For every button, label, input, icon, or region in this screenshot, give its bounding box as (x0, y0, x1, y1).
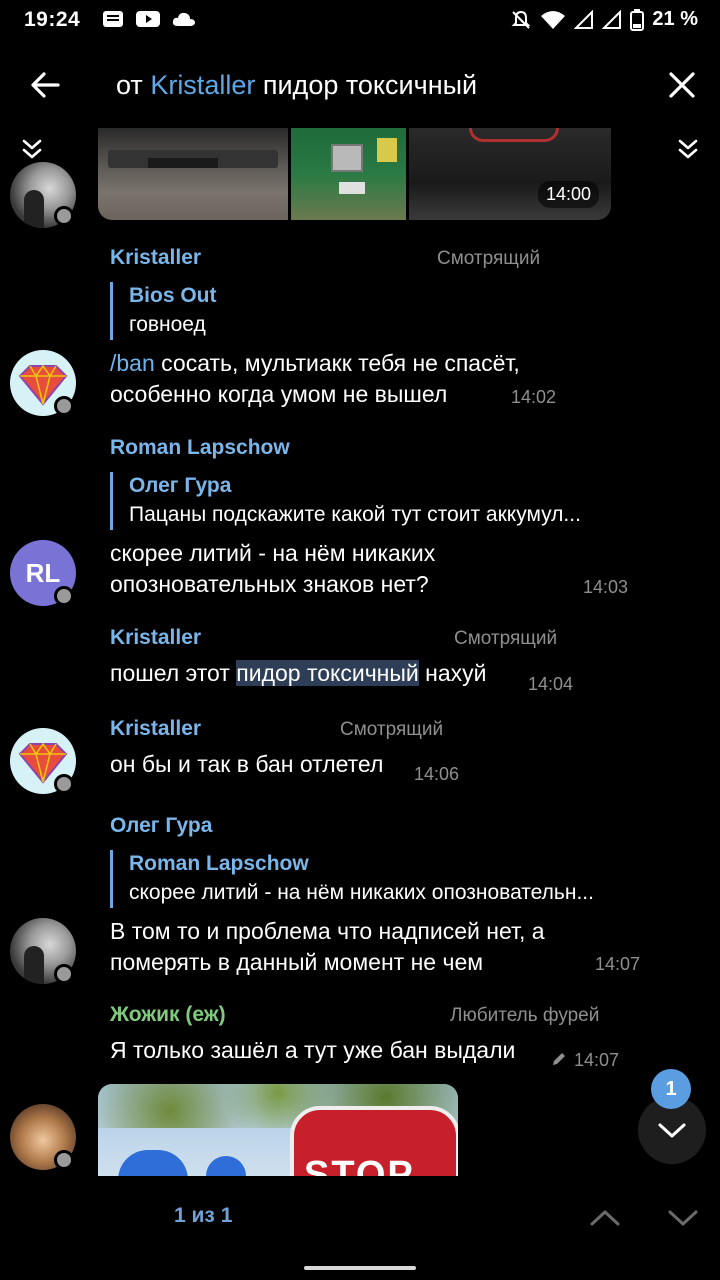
battery-percent: 21 % (652, 8, 698, 30)
photo-thumbnail[interactable]: 14:00 (409, 128, 611, 220)
message-time: 14:06 (414, 764, 460, 784)
status-dot (54, 396, 74, 416)
member-role: Смотрящий (437, 248, 541, 269)
status-dot (54, 206, 74, 226)
reply-quote[interactable]: Roman Lapschow скорее литий - на нём ник… (110, 850, 594, 908)
scroll-to-mention-button[interactable] (16, 136, 48, 164)
double-chevron-down-icon (22, 139, 42, 159)
member-role: Смотрящий (454, 628, 558, 649)
close-icon (669, 72, 695, 98)
message-text-line: померять в данный момент не чем (110, 949, 484, 975)
search-query[interactable]: от Kristaller пидор токсичный (116, 70, 477, 101)
message-time: 14:07 (595, 954, 641, 974)
status-dot (54, 586, 74, 606)
status-dot (54, 1150, 74, 1170)
message-time: 14:03 (583, 577, 629, 597)
message-author[interactable]: Roman Lapschow (110, 436, 581, 460)
next-result-button[interactable] (664, 1202, 702, 1234)
photo-time: 14:00 (537, 181, 599, 208)
battery-icon (630, 8, 645, 31)
message-time: 14:02 (511, 387, 557, 407)
search-highlight: пидор токсичный (236, 660, 419, 686)
search-result-counter[interactable]: 1 из 1 (174, 1204, 232, 1228)
search-prefix: от (116, 70, 143, 100)
back-button[interactable] (20, 62, 70, 108)
status-notification-icons (102, 10, 196, 28)
message-text-line: скорее литий - на нём никаких (110, 540, 436, 566)
photo-thumbnail[interactable] (291, 128, 406, 220)
message-text: пошел этот пидор токсичный нахуй (110, 660, 487, 686)
message-text-line: В том то и проблема что надписей нет, а (110, 918, 545, 944)
unread-badge: 1 (651, 1069, 691, 1109)
edited-pencil-icon (553, 1053, 565, 1065)
double-chevron-down-icon (678, 139, 698, 159)
signal-icon (574, 9, 594, 29)
previous-result-button[interactable] (586, 1202, 624, 1234)
chevron-up-icon (590, 1210, 620, 1226)
photo-thumbnail[interactable] (98, 128, 288, 220)
stop-sign-text: STOP (304, 1154, 415, 1176)
message[interactable]: Kristaller пошел этот пидор токсичный на… (110, 626, 487, 689)
search-header: от Kristaller пидор токсичный (0, 40, 720, 128)
status-bar: 19:24 21 % (0, 0, 720, 40)
arrow-left-icon (31, 72, 60, 98)
reply-text: скорее литий - на нём никаких опозновате… (129, 881, 594, 904)
cloud-icon (172, 12, 195, 26)
scroll-to-mention-button-right[interactable] (672, 136, 704, 164)
member-role: Любитель фурей (450, 1005, 600, 1026)
search-username: Kristaller (150, 70, 256, 100)
photo-thumbnail[interactable]: STOP (98, 1084, 458, 1176)
reply-author: Bios Out (129, 284, 217, 307)
message-text-line: опозновательных знаков нет? (110, 571, 429, 597)
status-system-icons: 21 % (510, 8, 698, 31)
message[interactable]: Kristaller Bios Out говноед /ban сосать,… (110, 246, 520, 410)
close-search-button[interactable] (660, 62, 704, 108)
reply-text: говноед (129, 313, 206, 336)
message-author[interactable]: Kristaller (110, 626, 487, 650)
reply-quote[interactable]: Bios Out говноед (110, 282, 520, 340)
wifi-icon (541, 10, 566, 29)
search-footer: 1 из 1 (0, 1176, 720, 1280)
message-text-line: особенно когда умом не вышел (110, 381, 448, 407)
message-text: он бы и так в бан отлетел (110, 751, 384, 777)
status-dot (54, 964, 74, 984)
message-text: Я только зашёл а тут уже бан выдали (110, 1037, 516, 1063)
message-notification-icon (103, 11, 123, 27)
youtube-icon (136, 11, 160, 27)
home-indicator (304, 1266, 416, 1270)
member-role: Смотрящий (340, 719, 444, 740)
search-terms: пидор токсичный (262, 70, 478, 100)
signal-icon-2 (602, 9, 622, 29)
message-time: 14:04 (528, 674, 574, 694)
message[interactable]: Roman Lapschow Олег Гура Пацаны подскажи… (110, 436, 581, 600)
status-dot (54, 774, 74, 794)
reply-quote[interactable]: Олег Гура Пацаны подскажите какой тут ст… (110, 472, 581, 530)
status-time: 19:24 (24, 8, 81, 31)
reply-text: Пацаны подскажите какой тут стоит аккуму… (129, 503, 581, 526)
reply-author: Олег Гура (129, 474, 232, 497)
message-text: /ban сосать, мультиакк тебя не спасёт, (110, 350, 520, 376)
message-author[interactable]: Олег Гура (110, 814, 594, 838)
bot-command[interactable]: /ban (110, 350, 155, 376)
message[interactable]: Олег Гура Roman Lapschow скорее литий - … (110, 814, 594, 978)
do-not-disturb-icon (511, 10, 531, 29)
message-time: 14:07 (574, 1050, 620, 1070)
chevron-down-icon (668, 1210, 698, 1226)
reply-author: Roman Lapschow (129, 852, 309, 875)
